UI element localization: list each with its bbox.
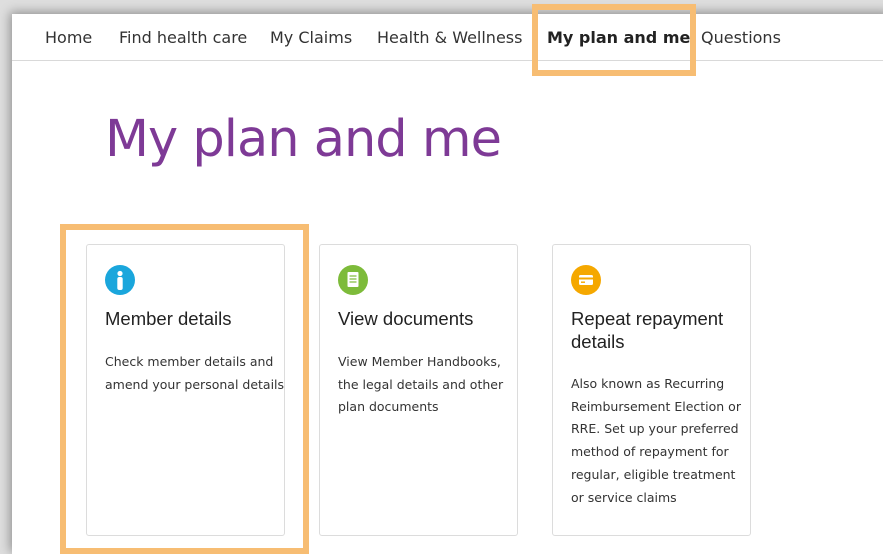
nav-item-health-wellness[interactable]: Health & Wellness — [377, 28, 522, 47]
top-navigation: Home Find health care My Claims Health &… — [12, 14, 883, 61]
view-documents-card[interactable]: View documents View Member Handbooks, th… — [319, 244, 518, 536]
person-icon — [105, 265, 135, 295]
card-title: Member details — [105, 308, 232, 329]
card-icon — [571, 265, 601, 295]
page-title: My plan and me — [105, 110, 502, 169]
nav-item-my-plan-and-me[interactable]: My plan and me — [547, 28, 690, 47]
card-description: View Member Handbooks, the legal details… — [338, 354, 504, 415]
nav-item-questions[interactable]: Questions — [701, 28, 781, 47]
nav-item-home[interactable]: Home — [45, 28, 92, 47]
card-title: Repeat repayment details — [571, 308, 724, 352]
card-description: Also known as Recurring Reimbursement El… — [571, 376, 741, 505]
repeat-repayment-card[interactable]: Repeat repayment details Also known as R… — [552, 244, 751, 536]
page: Home Find health care My Claims Health &… — [12, 14, 883, 554]
member-details-card[interactable]: Member details Check member details and … — [86, 244, 285, 536]
card-title: View documents — [338, 308, 474, 329]
nav-item-find-health-care[interactable]: Find health care — [119, 28, 247, 47]
nav-item-my-claims[interactable]: My Claims — [270, 28, 352, 47]
card-description: Check member details and amend your pers… — [105, 354, 285, 392]
document-icon — [338, 265, 368, 295]
